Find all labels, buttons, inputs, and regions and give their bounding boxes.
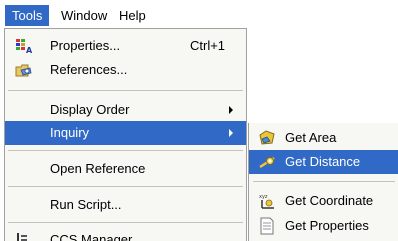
submenu-item-label: Get Distance: [285, 154, 361, 169]
submenu-item-label: Get Properties: [285, 218, 369, 233]
menu-item-label: References...: [50, 62, 128, 77]
menu-help[interactable]: Help: [112, 5, 153, 26]
menu-bar: Tools Window Help: [0, 0, 398, 30]
menu-item-label: CCS Manager...: [50, 232, 143, 241]
submenu-item-label: Get Area: [285, 130, 337, 145]
submenu-item-get-coordinate[interactable]: xyz Get Coordinate: [249, 189, 398, 213]
menu-item-shortcut: Ctrl+1: [190, 38, 226, 53]
submenu-arrow-icon: [229, 106, 233, 114]
submenu-item-get-distance[interactable]: Get Distance: [249, 150, 398, 174]
menu-item-display-order[interactable]: Display Order: [5, 98, 246, 122]
menu-item-properties[interactable]: A Properties... Ctrl+1: [5, 34, 246, 58]
submenu-item-label: Get Coordinate: [285, 193, 374, 208]
get-properties-icon: [258, 217, 276, 235]
menu-separator: [253, 181, 395, 182]
menu-window[interactable]: Window: [54, 5, 114, 26]
menu-item-label: Run Script...: [50, 197, 122, 212]
get-coordinate-icon: xyz: [258, 192, 276, 210]
menu-item-open-reference[interactable]: Open Reference: [5, 157, 246, 181]
menu-item-inquiry[interactable]: Inquiry: [5, 121, 246, 145]
references-icon: [15, 62, 33, 78]
menu-item-label: Inquiry: [50, 125, 90, 140]
get-area-icon: [258, 129, 276, 147]
get-distance-icon: [258, 153, 276, 171]
tools-menu: A Properties... Ctrl+1 References... Dis…: [4, 28, 247, 241]
inquiry-submenu: Get Area Get Distance xyz Get Coordinate: [248, 123, 398, 241]
menu-separator: [8, 186, 243, 187]
ccs-manager-icon: [15, 232, 33, 241]
submenu-arrow-icon: [229, 129, 233, 137]
menu-separator: [8, 150, 243, 151]
menu-separator: [8, 222, 243, 223]
svg-text:xyz: xyz: [259, 194, 268, 200]
menu-item-label: Open Reference: [50, 161, 146, 176]
menu-item-references[interactable]: References...: [5, 58, 246, 82]
properties-icon: A: [15, 38, 33, 55]
menu-tools[interactable]: Tools: [5, 5, 50, 26]
submenu-item-get-area[interactable]: Get Area: [249, 126, 398, 150]
menu-item-run-script[interactable]: Run Script...: [5, 193, 246, 217]
svg-text:A: A: [26, 46, 33, 54]
submenu-item-get-properties[interactable]: Get Properties: [249, 214, 398, 238]
menu-item-ccs-manager[interactable]: CCS Manager...: [5, 228, 246, 241]
menu-separator: [8, 90, 243, 91]
menu-item-label: Display Order: [50, 102, 130, 117]
menu-item-label: Properties...: [50, 38, 121, 53]
